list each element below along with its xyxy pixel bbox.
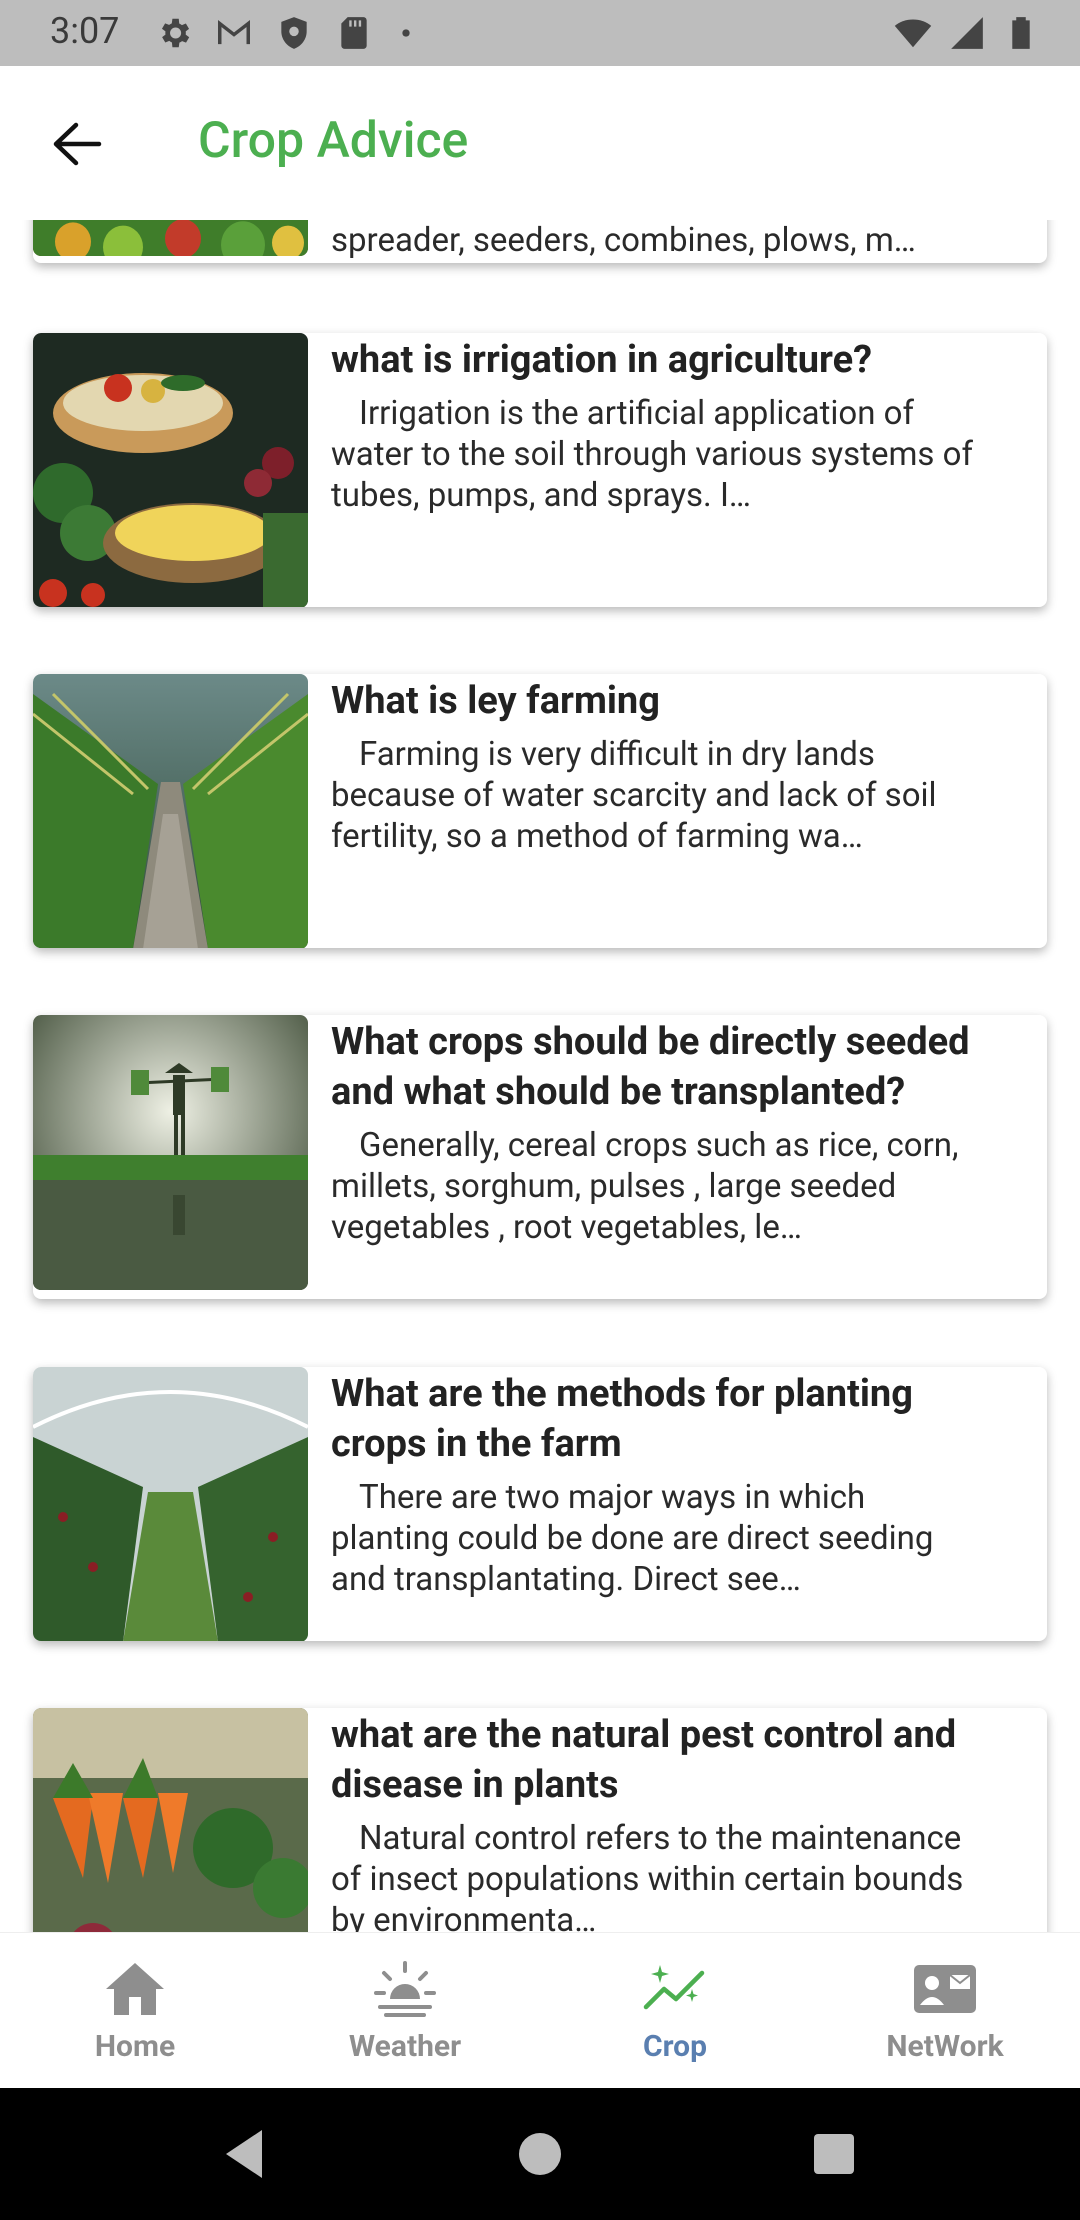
app-bar: Crop Advice	[0, 66, 1080, 220]
nav-label: Weather	[348, 2029, 462, 2064]
battery-icon	[1012, 17, 1030, 49]
back-button[interactable]	[40, 114, 114, 174]
article-title: what are the natural pest control and di…	[331, 1713, 957, 1807]
article-card[interactable]: What is ley farming Farming is very diff…	[33, 674, 1047, 948]
weather-sun-icon	[374, 1961, 436, 2017]
page-title: Crop Advice	[198, 112, 469, 170]
article-text: What are the methods for planting crops …	[308, 1367, 1047, 1641]
article-card[interactable]: What are the methods for planting crops …	[33, 1367, 1047, 1641]
crop-advice-screen: 3:07 Crop Advice spreader, seeders, comb…	[0, 0, 1080, 2220]
greenhouse-rows-thumbnail	[33, 1367, 308, 1641]
vegetable-baskets-thumbnail	[33, 333, 308, 607]
article-list[interactable]: spreader, seeders, combines, plows, m… w…	[0, 220, 1080, 1932]
nav-home[interactable]: Home	[0, 1933, 270, 2089]
article-body: Generally, cereal crops such as rice, co…	[331, 1126, 959, 1247]
recents-square-icon[interactable]	[802, 2122, 866, 2186]
nav-weather[interactable]: Weather	[270, 1933, 540, 2089]
article-title: What crops should be directly seeded and…	[331, 1020, 970, 1114]
carrots-market-thumbnail	[33, 1708, 308, 1932]
back-triangle-icon[interactable]	[214, 2122, 278, 2186]
home-circle-icon[interactable]	[508, 2122, 572, 2186]
wifi-icon	[894, 19, 932, 48]
nav-label: NetWork	[886, 2029, 1004, 2064]
article-text: what is irrigation in agriculture? Irrig…	[308, 333, 1047, 607]
article-body: Irrigation is the artificial application…	[331, 394, 973, 515]
notification-icons	[155, 14, 417, 52]
sd-card-icon	[341, 17, 367, 49]
nav-label: Home	[94, 2029, 176, 2064]
article-text: what are the natural pest control and di…	[308, 1708, 1047, 1932]
article-card[interactable]: spreader, seeders, combines, plows, m…	[33, 220, 1047, 263]
nav-network[interactable]: NetWork	[810, 1933, 1080, 2089]
home-icon	[106, 1963, 164, 2015]
status-time: 3:07	[50, 10, 120, 52]
article-body: There are two major ways in which planti…	[331, 1478, 934, 1599]
article-body: Farming is very difficult in dry lands b…	[331, 735, 937, 856]
gmail-icon	[218, 19, 250, 45]
article-card[interactable]: what is irrigation in agriculture? Irrig…	[33, 333, 1047, 607]
article-text: What crops should be directly seeded and…	[308, 1015, 1047, 1299]
article-body: spreader, seeders, combines, plows, m…	[331, 221, 916, 260]
arrow-left-icon	[53, 122, 102, 166]
article-title: What is ley farming	[331, 679, 660, 723]
dot-icon	[402, 29, 410, 37]
rice-paddy-farmer-thumbnail	[33, 1015, 308, 1290]
cornfield-path-thumbnail	[33, 674, 308, 948]
article-card[interactable]: What crops should be directly seeded and…	[33, 1015, 1047, 1299]
nav-label: Crop	[643, 2029, 707, 2064]
settings-icon	[161, 18, 190, 48]
article-body: Natural control refers to the maintenanc…	[331, 1819, 964, 1932]
article-text: What is ley farming Farming is very diff…	[308, 674, 1047, 948]
signal-icon	[951, 17, 983, 49]
article-text: spreader, seeders, combines, plows, m…	[308, 220, 1047, 263]
article-title: what is irrigation in agriculture?	[331, 338, 873, 382]
article-title: What are the methods for planting crops …	[331, 1372, 913, 1466]
contact-card-icon	[914, 1965, 976, 2013]
market-produce-thumbnail	[33, 220, 308, 256]
bottom-navigation: Home Weather Crop NetWork	[0, 1932, 1080, 2088]
status-bar: 3:07	[0, 0, 1080, 66]
nav-crop[interactable]: Crop	[540, 1933, 810, 2089]
article-card[interactable]: what are the natural pest control and di…	[33, 1708, 1047, 1932]
crop-trend-icon	[643, 1965, 705, 2010]
system-status-icons	[894, 14, 1040, 52]
system-navigation-bar	[0, 2088, 1080, 2220]
shield-icon	[281, 17, 307, 49]
